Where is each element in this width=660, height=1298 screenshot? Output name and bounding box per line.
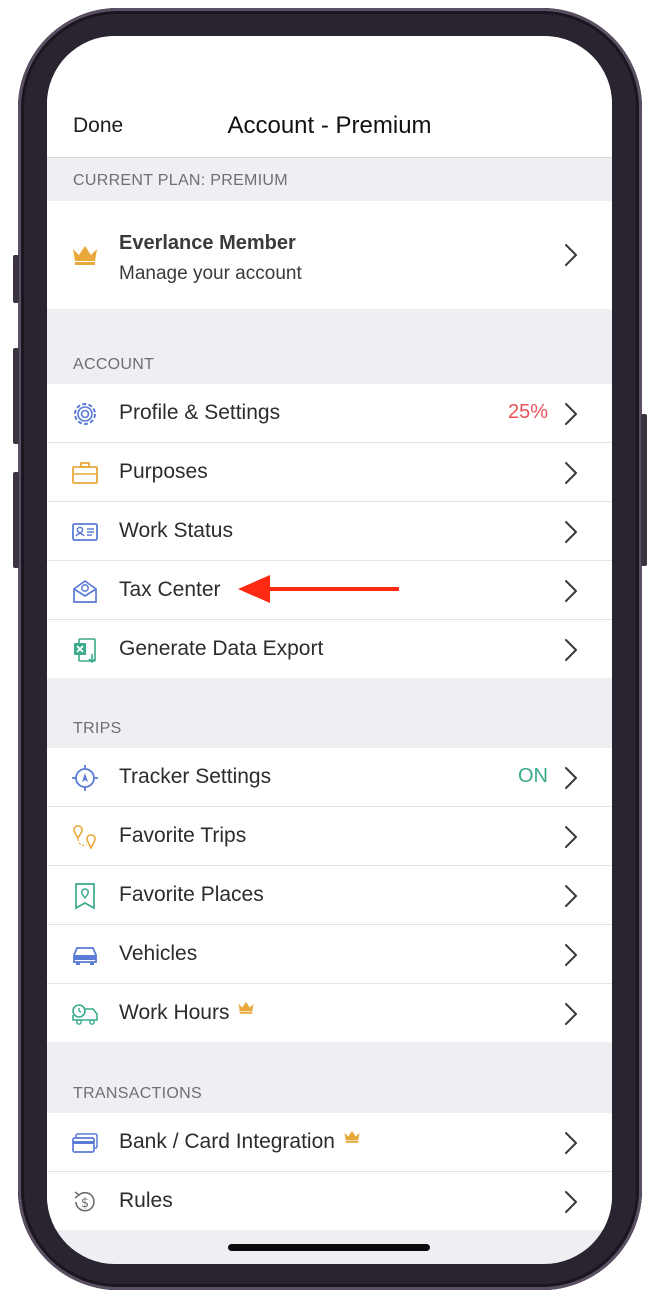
work-status-row[interactable]: Work Status (47, 502, 612, 561)
bank-card-label-wrap: Bank / Card Integration (119, 1130, 361, 1154)
excel-export-icon (71, 636, 99, 664)
transactions-group: Bank / Card Integration $ Rules (47, 1113, 612, 1230)
tracker-settings-row[interactable]: Tracker Settings ON (47, 748, 612, 807)
svg-text:$: $ (81, 1196, 89, 1211)
tax-center-label: Tax Center (119, 578, 221, 601)
clock-truck-icon (71, 1000, 99, 1028)
chevron-right-icon (565, 1003, 577, 1025)
section-header-transactions: TRANSACTIONS (73, 1085, 202, 1102)
work-hours-label-wrap: Work Hours (119, 1001, 255, 1025)
chevron-right-icon (565, 639, 577, 661)
credit-card-icon (71, 1129, 99, 1157)
manage-account-row[interactable]: Everlance Member Manage your account (47, 201, 612, 309)
generate-data-export-label: Generate Data Export (119, 637, 324, 660)
screen: Done Account - Premium CURRENT PLAN: PRE… (47, 36, 612, 1264)
power-button (641, 414, 647, 566)
tracker-status-value: ON (518, 765, 548, 787)
chevron-right-icon (565, 403, 577, 425)
profile-completion-value: 25% (507, 401, 548, 423)
volume-down-button (13, 472, 19, 568)
purposes-label: Purposes (119, 460, 208, 483)
bank-card-integration-label: Bank / Card Integration (119, 1130, 335, 1153)
chevron-right-icon (565, 1132, 577, 1154)
section-header-current-plan: CURRENT PLAN: PREMIUM (73, 172, 288, 189)
crown-icon (71, 243, 99, 272)
chevron-right-icon (565, 826, 577, 848)
work-status-label: Work Status (119, 519, 233, 542)
member-title: Everlance Member (119, 232, 296, 254)
tax-envelope-icon (71, 577, 99, 605)
gear-icon (71, 400, 99, 428)
dollar-rules-icon: $ (71, 1188, 99, 1216)
vehicles-row[interactable]: Vehicles (47, 925, 612, 984)
purposes-row[interactable]: Purposes (47, 443, 612, 502)
vehicles-label: Vehicles (119, 942, 198, 965)
member-subtitle: Manage your account (119, 263, 302, 284)
profile-settings-row[interactable]: Profile & Settings 25% (47, 384, 612, 443)
work-hours-row[interactable]: Work Hours (47, 984, 612, 1042)
chevron-right-icon (565, 580, 577, 602)
account-group: Profile & Settings 25% Purposes Work Sta… (47, 384, 612, 678)
bank-card-integration-row[interactable]: Bank / Card Integration (47, 1113, 612, 1172)
chevron-right-icon (565, 885, 577, 907)
chevron-right-icon (565, 462, 577, 484)
navigation-bar: Done Account - Premium (47, 36, 612, 158)
current-plan-group: Everlance Member Manage your account (47, 201, 612, 309)
home-indicator (228, 1244, 430, 1251)
premium-crown-icon (344, 1130, 360, 1143)
favorite-places-row[interactable]: Favorite Places (47, 866, 612, 925)
generate-data-export-row[interactable]: Generate Data Export (47, 620, 612, 678)
route-pins-icon (71, 823, 99, 851)
annotation-arrow-icon (238, 575, 399, 603)
trips-group: Tracker Settings ON Favorite Trips Favor… (47, 748, 612, 1042)
favorite-places-label: Favorite Places (119, 883, 264, 906)
chevron-right-icon (565, 944, 577, 966)
favorite-trips-label: Favorite Trips (119, 824, 247, 847)
section-header-account: ACCOUNT (73, 356, 155, 373)
section-header-trips: TRIPS (73, 720, 122, 737)
chevron-right-icon (565, 521, 577, 543)
volume-up-button (13, 348, 19, 444)
id-card-icon (71, 518, 99, 546)
car-icon (71, 941, 99, 969)
silent-switch (13, 255, 19, 303)
page-title: Account - Premium (227, 112, 432, 139)
map-pin-icon (71, 882, 99, 910)
favorite-trips-row[interactable]: Favorite Trips (47, 807, 612, 866)
tracker-settings-label: Tracker Settings (119, 765, 272, 788)
rules-row[interactable]: $ Rules (47, 1172, 612, 1230)
chevron-right-icon (565, 1191, 577, 1213)
rules-label: Rules (119, 1189, 173, 1212)
briefcase-icon (71, 459, 99, 487)
profile-settings-label: Profile & Settings (119, 401, 281, 424)
location-target-icon (71, 764, 99, 792)
work-hours-label: Work Hours (119, 1001, 230, 1024)
chevron-right-icon (565, 244, 577, 266)
chevron-right-icon (565, 767, 577, 789)
premium-crown-icon (238, 1001, 254, 1014)
